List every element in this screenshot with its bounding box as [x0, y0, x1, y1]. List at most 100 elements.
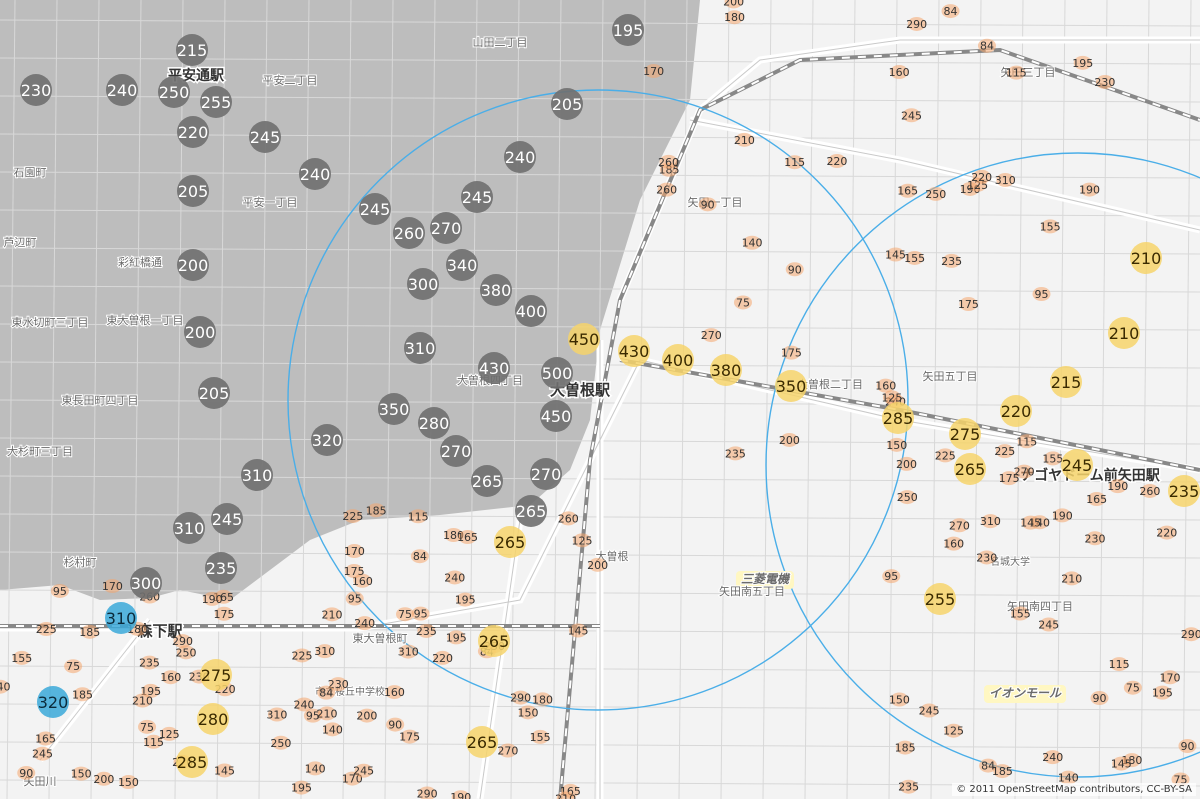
price-label[interactable]: 84: [317, 685, 336, 700]
price-label[interactable]: 240: [1042, 750, 1063, 765]
price-label[interactable]: 235: [416, 623, 437, 638]
price-label[interactable]: 225: [994, 444, 1015, 459]
price-label[interactable]: 175: [399, 729, 420, 744]
price-label[interactable]: 240: [444, 570, 465, 585]
blue-marker[interactable]: 310: [105, 602, 137, 634]
price-label[interactable]: 200: [356, 708, 377, 723]
yellow-marker[interactable]: 380: [710, 354, 742, 386]
price-label[interactable]: 225: [292, 648, 313, 663]
gray-marker[interactable]: 215: [176, 34, 208, 66]
gray-marker[interactable]: 260: [393, 217, 425, 249]
gray-marker[interactable]: 500: [541, 357, 573, 389]
price-label[interactable]: 125: [943, 723, 964, 738]
price-label[interactable]: 125: [572, 533, 593, 548]
price-label[interactable]: 115: [784, 155, 805, 170]
price-label[interactable]: 235: [725, 446, 746, 461]
price-label[interactable]: 190: [1052, 508, 1073, 523]
price-label[interactable]: 155: [1010, 606, 1031, 621]
price-label[interactable]: 165: [457, 529, 478, 544]
price-label[interactable]: 245: [901, 108, 922, 123]
yellow-marker[interactable]: 265: [478, 625, 510, 657]
yellow-marker[interactable]: 430: [618, 335, 650, 367]
price-label[interactable]: 90: [17, 765, 36, 780]
price-label[interactable]: 140: [322, 722, 343, 737]
gray-marker[interactable]: 340: [446, 249, 478, 281]
price-label[interactable]: 90: [698, 197, 717, 212]
price-label[interactable]: 245: [32, 746, 53, 761]
price-label[interactable]: 250: [925, 186, 946, 201]
price-label[interactable]: 210: [132, 693, 153, 708]
yellow-marker[interactable]: 275: [200, 659, 232, 691]
price-label[interactable]: 220: [432, 650, 453, 665]
price-label[interactable]: 190: [450, 790, 471, 799]
yellow-marker[interactable]: 350: [775, 370, 807, 402]
price-label[interactable]: 210: [734, 132, 755, 147]
price-label[interactable]: 170: [344, 544, 365, 559]
price-label[interactable]: 250: [270, 735, 291, 750]
yellow-marker[interactable]: 280: [197, 703, 229, 735]
price-label[interactable]: 210: [1061, 571, 1082, 586]
price-label[interactable]: 195: [446, 630, 467, 645]
blue-marker[interactable]: 320: [37, 686, 69, 718]
price-label[interactable]: 145: [885, 247, 906, 262]
price-label[interactable]: 150: [71, 766, 92, 781]
price-label[interactable]: 90: [1178, 739, 1197, 754]
price-label[interactable]: 185: [992, 764, 1013, 779]
gray-marker[interactable]: 240: [504, 141, 536, 173]
gray-marker[interactable]: 240: [106, 74, 138, 106]
price-label[interactable]: 160: [384, 685, 405, 700]
price-label[interactable]: 175: [781, 345, 802, 360]
price-label[interactable]: 84: [410, 549, 429, 564]
price-label[interactable]: 230: [1094, 75, 1115, 90]
price-label[interactable]: 170: [643, 64, 664, 79]
price-label[interactable]: 210: [316, 706, 337, 721]
gray-marker[interactable]: 245: [359, 193, 391, 225]
price-label[interactable]: 155: [904, 250, 925, 265]
price-label[interactable]: 230: [976, 550, 997, 565]
price-label[interactable]: 270: [949, 518, 970, 533]
price-label[interactable]: 250: [897, 490, 918, 505]
price-label[interactable]: 195: [1072, 55, 1093, 70]
price-label[interactable]: 165: [1086, 492, 1107, 507]
price-label[interactable]: 140: [305, 761, 326, 776]
price-label[interactable]: 310: [995, 173, 1016, 188]
gray-marker[interactable]: 220: [177, 116, 209, 148]
map-layer[interactable]: 大曽根駅森下駅平安通駅ナゴヤドーム前矢田駅三菱電機イオンモール名城大学矢田南五丁…: [0, 0, 1200, 799]
gray-marker[interactable]: 400: [515, 295, 547, 327]
price-label[interactable]: 210: [321, 607, 342, 622]
price-label[interactable]: 75: [733, 295, 752, 310]
price-label[interactable]: 260: [558, 511, 579, 526]
price-label[interactable]: 175: [999, 471, 1020, 486]
price-label[interactable]: 90: [785, 262, 804, 277]
map-canvas[interactable]: 大曽根駅 森下駅 平安通駅 ナゴヤドーム前矢田駅 三菱電機 イオンモール 名城大学 矢田南五丁…: [0, 0, 1200, 799]
price-label[interactable]: 225: [342, 509, 363, 524]
yellow-marker[interactable]: 265: [494, 526, 526, 558]
gray-marker[interactable]: 205: [177, 175, 209, 207]
price-label[interactable]: 84: [977, 38, 996, 53]
price-label[interactable]: 145: [1020, 515, 1041, 530]
price-label[interactable]: 270: [701, 328, 722, 343]
price-label[interactable]: 200: [93, 771, 114, 786]
price-label[interactable]: 195: [1152, 685, 1173, 700]
price-label[interactable]: 84: [941, 4, 960, 19]
gray-marker[interactable]: 300: [407, 268, 439, 300]
gray-marker[interactable]: 280: [418, 407, 450, 439]
price-label[interactable]: 160: [943, 536, 964, 551]
price-label[interactable]: 310: [266, 707, 287, 722]
price-label[interactable]: 235: [898, 779, 919, 794]
price-label[interactable]: 290: [1181, 627, 1200, 641]
gray-marker[interactable]: 255: [200, 86, 232, 118]
price-label[interactable]: 290: [510, 690, 531, 705]
price-label[interactable]: 290: [417, 786, 438, 799]
price-label[interactable]: 220: [826, 154, 847, 169]
price-label[interactable]: 225: [36, 622, 57, 637]
gray-marker[interactable]: 430: [478, 352, 510, 384]
price-label[interactable]: 150: [889, 692, 910, 707]
yellow-marker[interactable]: 210: [1108, 317, 1140, 349]
map-attribution[interactable]: © 2011 OpenStreetMap contributors, CC-BY…: [952, 783, 1196, 796]
price-label[interactable]: 75: [1123, 680, 1142, 695]
yellow-marker[interactable]: 285: [176, 746, 208, 778]
gray-marker[interactable]: 270: [440, 435, 472, 467]
price-label[interactable]: 160: [889, 65, 910, 80]
yellow-marker[interactable]: 245: [1061, 449, 1093, 481]
